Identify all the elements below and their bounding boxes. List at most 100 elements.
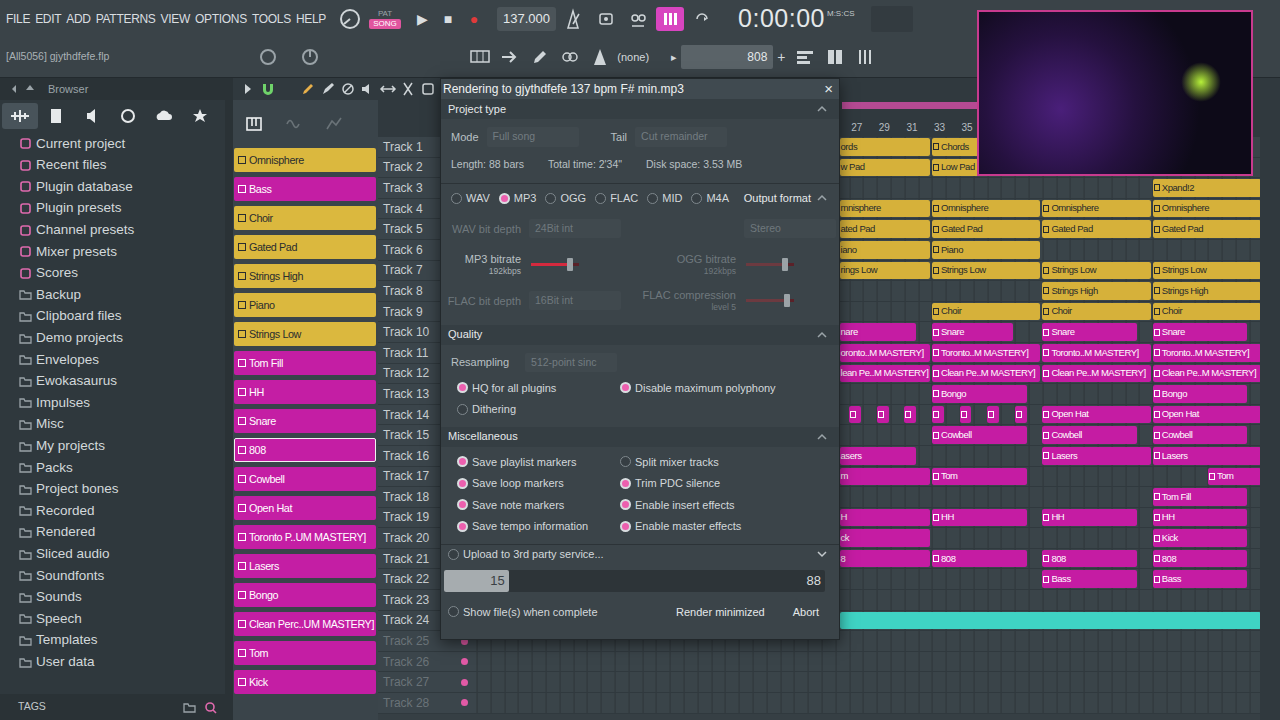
menu-item[interactable]: EDIT <box>35 10 61 28</box>
pattern-step-button[interactable]: ▸ <box>671 49 677 66</box>
browser-item[interactable]: Soundfonts <box>0 565 225 587</box>
step-edit-icon[interactable] <box>656 7 684 31</box>
misc-option[interactable]: Enable insert effects <box>620 497 820 514</box>
pattern-item[interactable]: Gated Pad <box>234 235 376 259</box>
collapse-icon[interactable] <box>815 103 829 115</box>
playlist-clip[interactable]: Bongo <box>1153 385 1248 403</box>
pattern-name[interactable]: 808 <box>249 442 266 458</box>
browser-item-label[interactable]: Speech <box>36 609 82 629</box>
menu-item[interactable]: FILE <box>6 10 30 28</box>
playlist-clip[interactable]: Omnisphere <box>932 200 1040 218</box>
up-arrow-icon[interactable] <box>24 82 36 96</box>
browser-item-label[interactable]: Scores <box>36 263 78 283</box>
browser-item[interactable]: Misc <box>0 414 225 436</box>
playlist-clip[interactable]: Choir <box>1153 303 1260 321</box>
browser-item[interactable]: Project bones <box>0 479 225 501</box>
slider-setting[interactable]: FLAC compressionlevel 5 <box>641 287 839 315</box>
slider-track[interactable] <box>531 263 579 266</box>
upload-row[interactable]: Upload to 3rd party service... <box>441 544 839 564</box>
collapse-icon[interactable] <box>815 329 829 341</box>
format-radio[interactable] <box>647 193 658 204</box>
playlist-clip[interactable] <box>849 406 861 424</box>
playlist-clip[interactable] <box>1015 406 1027 424</box>
playlist-clip[interactable]: Strings Low <box>1042 262 1150 280</box>
select-setting[interactable]: WAV bit depth24Bit int <box>441 215 641 243</box>
format-radio[interactable] <box>451 193 462 204</box>
playlist-clip[interactable] <box>932 406 944 424</box>
track-lane[interactable] <box>476 693 1260 714</box>
cloud-icon[interactable] <box>146 103 182 129</box>
track-label[interactable]: Track 26 <box>383 653 429 671</box>
option-checkbox[interactable] <box>457 456 468 467</box>
pattern-name[interactable]: Choir <box>249 210 273 226</box>
browser-item-label[interactable]: Envelopes <box>36 350 99 370</box>
quality-option[interactable]: Disable maximum polyphony <box>620 380 820 397</box>
slider-track[interactable] <box>746 299 794 302</box>
playlist-clip[interactable]: 808 <box>1042 550 1137 568</box>
track-label[interactable]: Track 27 <box>383 673 429 691</box>
playlist-icon[interactable] <box>794 46 816 68</box>
playlist-clip[interactable]: Choir <box>932 303 1040 321</box>
option-checkbox[interactable] <box>457 521 468 532</box>
master-volume-knob-icon[interactable] <box>339 8 361 30</box>
option-checkbox[interactable] <box>620 456 631 467</box>
playlist-clip[interactable]: Strings High <box>1042 282 1150 300</box>
section-header[interactable]: Project type <box>441 99 839 119</box>
pattern-name[interactable]: Kick <box>249 674 268 690</box>
pencil-icon[interactable] <box>529 46 551 68</box>
option-checkbox[interactable] <box>620 499 631 510</box>
upload-label[interactable]: Upload to 3rd party service... <box>463 546 604 563</box>
master-pitch-icon[interactable] <box>301 48 319 66</box>
option-label[interactable]: Enable master effects <box>635 518 741 535</box>
playlist-clip[interactable]: H <box>840 509 930 527</box>
pattern-item[interactable]: Toronto P..UM MASTERY] <box>234 525 376 549</box>
pattern-item[interactable]: Cowbell <box>234 467 376 491</box>
misc-option[interactable]: Save loop markers <box>457 475 611 492</box>
track-label[interactable]: Track 13 <box>383 385 429 403</box>
format-option[interactable]: FLAC <box>595 190 638 207</box>
browser-item[interactable]: Backup <box>0 284 225 306</box>
slider-knob[interactable] <box>567 258 573 271</box>
metronome-icon[interactable] <box>560 7 588 31</box>
menu-item[interactable]: PATTERNS <box>96 10 156 28</box>
format-label[interactable]: M4A <box>706 190 729 207</box>
show-files-option[interactable]: Show file(s) when complete <box>448 604 598 621</box>
track-label[interactable]: Track 9 <box>383 303 423 321</box>
misc-option[interactable]: Save tempo information <box>457 518 611 535</box>
menu-item[interactable]: HELP <box>296 10 326 28</box>
browser-item[interactable]: Packs <box>0 457 225 479</box>
search-icon[interactable] <box>204 701 217 714</box>
playlist-clip[interactable]: Toronto..M MASTERY] <box>932 344 1040 362</box>
option-checkbox[interactable] <box>457 404 468 415</box>
options-arrow-icon[interactable] <box>239 80 257 98</box>
browser-item[interactable]: My projects <box>0 435 225 457</box>
select-setting[interactable]: FLAC bit depth16Bit int <box>441 287 641 315</box>
browser-item-label[interactable]: Templates <box>36 630 98 650</box>
playlist-clip[interactable]: 808 <box>1153 550 1248 568</box>
loop-record-icon[interactable] <box>688 7 716 31</box>
playlist-clip[interactable] <box>904 406 916 424</box>
slider-track[interactable] <box>746 263 794 266</box>
track-label[interactable]: Track 11 <box>383 344 428 362</box>
section-header[interactable]: Quality <box>441 325 839 345</box>
track-label[interactable]: Track 15 <box>383 426 429 444</box>
pattern-item[interactable]: HH <box>234 380 376 404</box>
track-mute-dot[interactable] <box>461 658 468 665</box>
playlist-clip[interactable]: Tom <box>932 468 1027 486</box>
track-mute-dot[interactable] <box>461 699 468 706</box>
pattern-name[interactable]: Strings Low <box>249 326 301 342</box>
paint-icon[interactable] <box>319 80 337 98</box>
browser-item[interactable]: Templates <box>0 630 225 652</box>
track-lane[interactable] <box>476 652 1260 673</box>
arrow-icon[interactable] <box>499 46 521 68</box>
playlist-clip[interactable]: 8 <box>840 550 930 568</box>
browser-item-label[interactable]: Mixer presets <box>36 242 117 262</box>
playlist-clip[interactable]: HH <box>1042 509 1137 527</box>
playlist-clip[interactable]: Clean Pe..M MASTERY] <box>932 365 1040 383</box>
browser-item[interactable]: Plugin presets <box>0 198 225 220</box>
playlist-clip[interactable]: Open Hat <box>1042 406 1150 424</box>
collapse-icon[interactable] <box>815 431 829 443</box>
channel-rack-icon[interactable] <box>824 46 846 68</box>
track-label[interactable]: Track 18 <box>383 488 429 506</box>
track-label[interactable]: Track 19 <box>383 508 429 526</box>
